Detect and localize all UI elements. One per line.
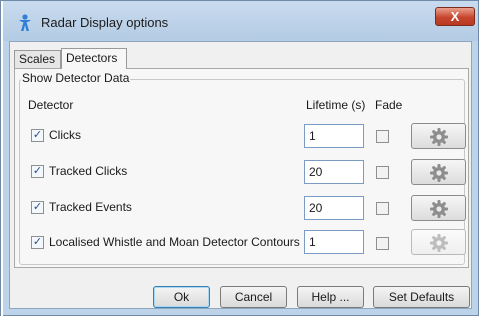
detector-label-tracked-events: Tracked Events	[49, 200, 132, 214]
ok-button[interactable]: Ok	[153, 286, 210, 308]
frame-edge	[1, 1, 3, 317]
lifetime-input-clicks[interactable]	[304, 124, 364, 148]
lifetime-input-tracked-events[interactable]	[304, 196, 364, 220]
column-header-fade: Fade	[375, 98, 403, 112]
detector-label-tracked-clicks: Tracked Clicks	[49, 164, 128, 178]
detector-checkbox-tracked-events[interactable]: ✓	[31, 201, 44, 214]
tab-scales[interactable]: Scales	[14, 50, 61, 68]
cancel-button[interactable]: Cancel	[220, 286, 287, 308]
radar-person-icon	[19, 14, 31, 31]
detector-checkbox-clicks[interactable]: ✓	[31, 129, 44, 142]
window-title: Radar Display options	[41, 15, 169, 30]
detector-label-whistle-moan: Localised Whistle and Moan Detector Cont…	[49, 235, 300, 249]
settings-button-whistle-moan[interactable]	[411, 229, 466, 255]
tab-detectors[interactable]: Detectors	[61, 48, 127, 69]
settings-button-clicks[interactable]	[411, 123, 466, 149]
detector-checkbox-whistle-moan[interactable]: ✓	[31, 236, 44, 249]
close-button[interactable]: X	[435, 7, 475, 26]
fade-checkbox-tracked-events[interactable]	[376, 202, 389, 215]
detector-label-clicks: Clicks	[49, 128, 81, 142]
fade-checkbox-whistle-moan[interactable]	[376, 237, 389, 250]
lifetime-input-tracked-clicks[interactable]	[304, 160, 364, 184]
fade-checkbox-clicks[interactable]	[376, 130, 389, 143]
set-defaults-button[interactable]: Set Defaults	[373, 286, 470, 308]
settings-button-tracked-clicks[interactable]	[411, 159, 466, 185]
help-button[interactable]: Help ...	[297, 286, 364, 308]
gear-icon	[430, 128, 448, 146]
group-title: Show Detector Data	[21, 71, 131, 85]
settings-button-tracked-events[interactable]	[411, 195, 466, 221]
lifetime-input-whistle-moan[interactable]	[304, 230, 364, 254]
gear-icon	[430, 164, 448, 182]
gear-icon	[430, 234, 448, 252]
dialog-window: Radar Display options X Scales Detectors…	[0, 0, 479, 317]
detector-checkbox-tracked-clicks[interactable]: ✓	[31, 165, 44, 178]
fade-checkbox-tracked-clicks[interactable]	[376, 166, 389, 179]
title-bar[interactable]: Radar Display options X	[1, 1, 478, 41]
column-header-lifetime: Lifetime (s)	[306, 98, 366, 112]
gear-icon	[430, 200, 448, 218]
column-header-detector: Detector	[28, 98, 74, 112]
